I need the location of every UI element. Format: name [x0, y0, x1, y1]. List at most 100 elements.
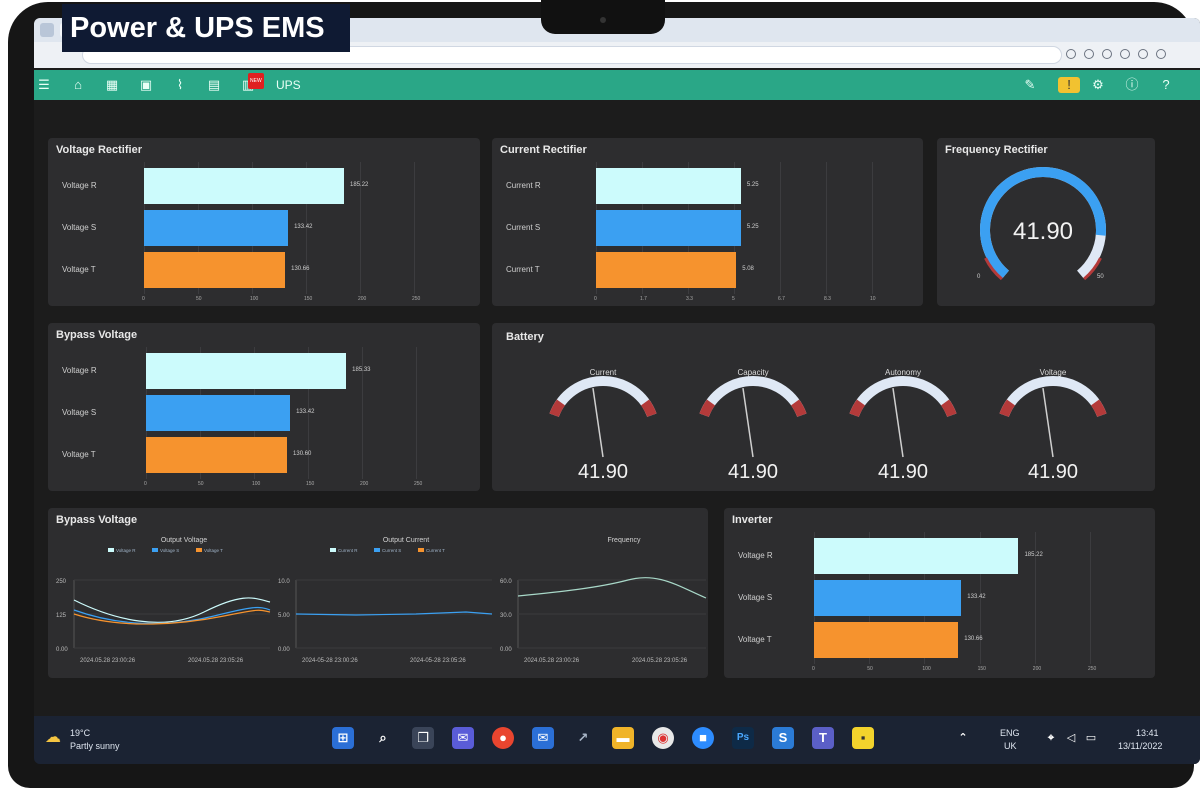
gauge-min-label: 0: [977, 274, 981, 280]
calendar-icon[interactable]: ▣: [138, 77, 154, 93]
bar-value-label: 5.25: [746, 224, 759, 230]
info-icon[interactable]: ⓘ: [1124, 77, 1140, 93]
bar: [814, 580, 962, 616]
gauge-value: 41.90: [878, 461, 928, 483]
x-tick-label: 250: [412, 296, 421, 302]
battery-panel: Battery Current 41.90 Capacity 41.90 Autonom…: [492, 323, 1155, 491]
screen: ☰ ⌂ ▦ ▣ ⌇ ▤ ▥NEW UPS ✎ ! ⚙ ⓘ ? Voltage R…: [34, 18, 1200, 764]
help-icon[interactable]: ?: [1158, 77, 1174, 93]
more-icon[interactable]: [1156, 49, 1166, 59]
gauge-low-band: [849, 399, 866, 418]
bar: [814, 622, 959, 658]
x-tick-label: 2024.05.28 23:05:26: [188, 658, 244, 664]
start-icon[interactable]: ⊞: [332, 727, 354, 749]
gauge-needle: [742, 387, 754, 458]
y-tick-label: 250: [56, 579, 67, 585]
bar-label: Voltage S: [62, 223, 97, 232]
x-tick-label: 200: [360, 481, 369, 487]
x-tick-label: 250: [414, 481, 423, 487]
gauge-title: Voltage: [1040, 368, 1067, 377]
series-line: [517, 577, 707, 599]
x-tick-label: 0: [594, 296, 597, 302]
alarm-icon[interactable]: !: [1058, 77, 1080, 93]
x-tick-label: 0: [144, 481, 147, 487]
document-icon[interactable]: ▤: [206, 77, 222, 93]
panel-title: Bypass Voltage: [56, 329, 138, 341]
network-icon[interactable]: ⌖: [1040, 727, 1062, 749]
gridline: [416, 347, 417, 479]
search-icon[interactable]: ⌕: [372, 727, 394, 749]
x-tick-label: 200: [358, 296, 367, 302]
legend-label: Voltage S: [160, 548, 179, 553]
share-icon[interactable]: [1120, 49, 1130, 59]
gauge-high-band: [940, 399, 957, 418]
report-icon[interactable]: ▥NEW: [240, 73, 264, 93]
volume-icon[interactable]: ◁: [1060, 727, 1082, 749]
bar-label: Voltage R: [62, 366, 97, 375]
photoshop-icon[interactable]: Ps: [732, 727, 754, 749]
menu-icon[interactable]: ☰: [36, 77, 52, 93]
tab-search-icon[interactable]: [40, 23, 54, 37]
y-tick-label: 30.0: [500, 613, 512, 619]
teams-icon[interactable]: T: [812, 727, 834, 749]
chart-icon[interactable]: ⌇: [172, 77, 188, 93]
x-tick-label: 50: [196, 296, 202, 302]
gear-icon[interactable]: ⚙: [1090, 77, 1106, 93]
gauge-value: 41.90: [1013, 218, 1073, 245]
nav-ups-label[interactable]: UPS: [276, 78, 301, 92]
app-navbar: ☰ ⌂ ▦ ▣ ⌇ ▤ ▥NEW UPS ✎ ! ⚙ ⓘ ?: [34, 70, 1200, 100]
bar: [144, 210, 289, 246]
mail-icon[interactable]: ✉: [532, 727, 554, 749]
gauge-title: Autonomy: [885, 368, 921, 377]
bar: [814, 538, 1019, 574]
gauge-high-band: [790, 399, 807, 418]
bar-label: Voltage T: [62, 450, 96, 459]
gridline: [414, 162, 415, 294]
download-icon[interactable]: [1084, 49, 1094, 59]
legend-label: Current S: [382, 548, 401, 553]
extension-icon[interactable]: [1066, 49, 1076, 59]
lang-top[interactable]: ENG: [1000, 728, 1020, 738]
dashboard-icon[interactable]: ▦: [104, 77, 120, 93]
bar-value-label: 185.22: [350, 182, 369, 188]
legend-label: Voltage R: [116, 548, 136, 553]
battery-icon[interactable]: ▭: [1080, 727, 1102, 749]
gauge-needle: [1042, 387, 1054, 458]
gauge-title: Capacity: [737, 368, 768, 377]
folder-icon[interactable]: ▬: [612, 727, 634, 749]
mini-chart-title: Output Voltage: [161, 537, 207, 544]
clock-date[interactable]: 13/11/2022: [1118, 741, 1162, 751]
legend-swatch: [330, 548, 336, 552]
frequency-rectifier-panel: Frequency Rectifier 41.90 0 50: [937, 138, 1155, 306]
x-tick-label: 1.7: [640, 296, 647, 302]
bar-label: Current T: [506, 265, 540, 274]
tray-chevron-icon[interactable]: ⌃: [952, 727, 974, 749]
gauge-low-band: [699, 399, 716, 418]
x-tick-label: 150: [306, 481, 315, 487]
bar-label: Current R: [506, 181, 541, 190]
lang-bottom[interactable]: UK: [1004, 741, 1017, 751]
chat-icon[interactable]: ✉: [452, 727, 474, 749]
weather-icon[interactable]: ☁: [42, 727, 64, 749]
s-app-icon[interactable]: S: [772, 727, 794, 749]
profile-icon[interactable]: [1138, 49, 1148, 59]
x-tick-label: 250: [1088, 666, 1097, 672]
home-icon[interactable]: ⌂: [70, 77, 86, 93]
x-tick-label: 50: [867, 666, 873, 672]
edit-icon[interactable]: ✎: [1022, 77, 1038, 93]
bookmark-icon[interactable]: [1102, 49, 1112, 59]
sticky-notes-icon[interactable]: ▪: [852, 727, 874, 749]
clock-time[interactable]: 13:41: [1136, 728, 1159, 738]
x-tick-label: 0: [142, 296, 145, 302]
zoom-icon[interactable]: ■: [692, 727, 714, 749]
bar-label: Current S: [506, 223, 541, 232]
chrome-icon[interactable]: ●: [492, 727, 514, 749]
gauge-track: [699, 376, 807, 418]
app-icon[interactable]: ↗: [572, 727, 594, 749]
panel-title: Voltage Rectifier: [56, 144, 142, 156]
legend-swatch: [196, 548, 202, 552]
bar-value-label: 5.08: [742, 266, 754, 272]
task-view-icon[interactable]: ❐: [412, 727, 434, 749]
mini-chart-title: Output Current: [383, 537, 429, 544]
browser-icon[interactable]: ◉: [652, 727, 674, 749]
